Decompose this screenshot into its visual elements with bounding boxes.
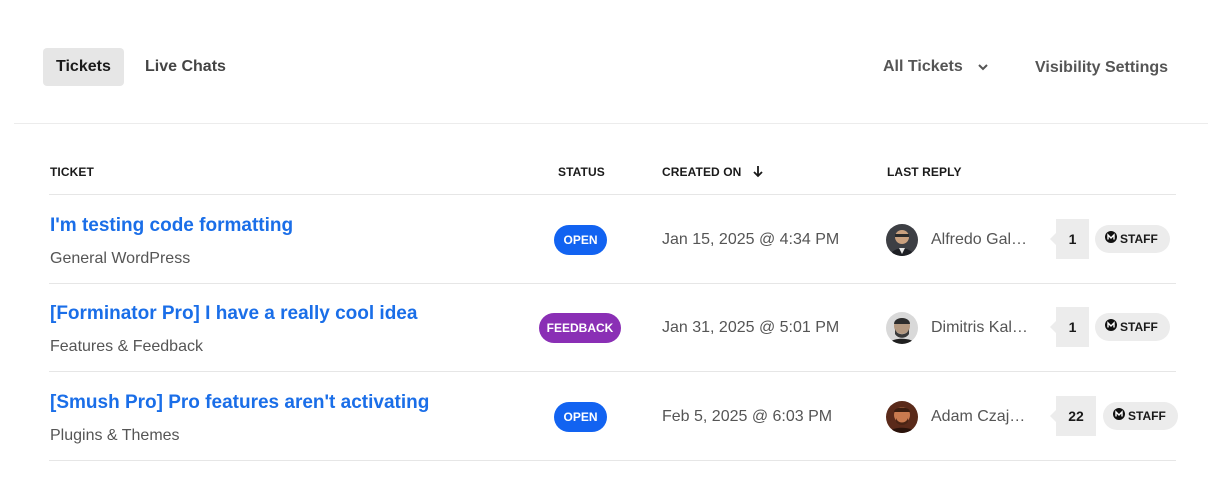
ticket-title-link[interactable]: [Smush Pro] Pro features aren't activati… (50, 392, 429, 414)
staff-logo-icon (1105, 225, 1117, 253)
ticket-filter-dropdown[interactable]: All Tickets (883, 48, 989, 86)
reply-count: 22 (1050, 396, 1096, 436)
staff-tag: STAFF (1095, 225, 1170, 253)
reply-count: 1 (1050, 219, 1089, 259)
status-badge: OPEN (554, 225, 607, 255)
staff-tag: STAFF (1095, 313, 1170, 341)
staff-logo-icon (1113, 402, 1125, 430)
table-row: I'm testing code formatting General Word… (0, 195, 1220, 283)
last-reply-name: Alfredo Galano (931, 231, 1029, 248)
ticket-category: Features & Feedback (50, 338, 203, 355)
ticket-category: Plugins & Themes (50, 427, 180, 444)
ticket-title-link[interactable]: I'm testing code formatting (50, 215, 293, 237)
status-badge: FEEDBACK (539, 313, 621, 343)
column-header-ticket: TICKET (50, 165, 94, 179)
ticket-title-link[interactable]: [Forminator Pro] I have a really cool id… (50, 303, 417, 325)
column-header-status: STATUS (558, 165, 605, 179)
avatar (886, 312, 918, 344)
ticket-filter-label: All Tickets (883, 58, 963, 76)
created-date: Feb 5, 2025 @ 6:03 PM (662, 408, 833, 425)
staff-label: STAFF (1120, 320, 1158, 334)
table-row: [Forminator Pro] I have a really cool id… (0, 283, 1220, 371)
created-on-label: CREATED ON (662, 165, 742, 180)
ticket-category: General WordPress (50, 250, 191, 267)
staff-label: STAFF (1120, 232, 1158, 246)
visibility-settings-button[interactable]: Visibility Settings (1035, 49, 1168, 87)
table-row: [Smush Pro] Pro features aren't activati… (0, 372, 1220, 460)
row-divider (49, 460, 1176, 461)
staff-logo-icon (1105, 313, 1117, 341)
last-reply-name: Adam Czajczyk (931, 408, 1029, 425)
avatar (886, 224, 918, 256)
staff-label: STAFF (1128, 409, 1166, 423)
last-reply-name: Dimitris Kalliris (931, 319, 1029, 336)
tab-live-chats[interactable]: Live Chats (132, 48, 239, 86)
arrow-down-icon (753, 165, 763, 181)
created-date: Jan 15, 2025 @ 4:34 PM (662, 231, 840, 248)
created-date: Jan 31, 2025 @ 5:01 PM (662, 319, 840, 336)
header-divider (14, 123, 1208, 124)
reply-count: 1 (1050, 307, 1089, 347)
staff-tag: STAFF (1103, 402, 1178, 430)
tab-tickets[interactable]: Tickets (43, 48, 124, 86)
avatar (886, 401, 918, 433)
column-header-created-on[interactable]: CREATED ON (662, 165, 763, 181)
column-header-last-reply: LAST REPLY (887, 165, 962, 179)
top-bar: Tickets Live Chats All Tickets Visibilit… (0, 0, 1220, 124)
status-badge: OPEN (554, 402, 607, 432)
chevron-down-icon (977, 48, 989, 86)
